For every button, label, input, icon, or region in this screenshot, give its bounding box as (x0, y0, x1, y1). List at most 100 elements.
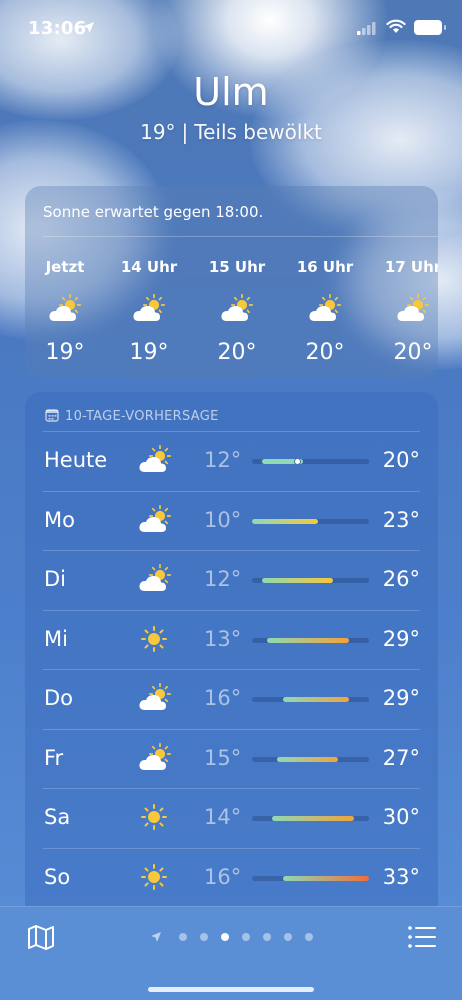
status-time: 13:06 (28, 18, 87, 39)
page-dot-active[interactable] (220, 933, 229, 941)
battery-icon (414, 20, 446, 35)
location-arrow-icon (83, 22, 94, 33)
status-bar: 13:06 (0, 0, 462, 58)
temp-range-fill (262, 578, 334, 583)
home-indicator (148, 987, 314, 992)
hour-item: 16 Uhr 20° (285, 258, 365, 365)
day-name: Mo (44, 507, 75, 532)
hour-temp: 20° (305, 340, 345, 365)
wifi-icon (386, 19, 406, 33)
day-name: Heute (44, 448, 108, 472)
temp-range-fill (272, 816, 354, 821)
day-high: 29° (382, 686, 420, 710)
day-low: 14° (204, 805, 242, 829)
hour-item: 14 Uhr 19° (109, 258, 189, 365)
day-name: Mi (44, 626, 68, 651)
calendar-icon (45, 409, 59, 422)
temp-range-bar (252, 578, 369, 583)
map-icon[interactable] (26, 922, 56, 952)
page-dot[interactable] (199, 933, 208, 941)
day-name: Sa (44, 805, 71, 829)
current-location-icon (151, 932, 161, 942)
temp-range-bar (252, 875, 369, 881)
day-low: 13° (204, 626, 242, 651)
hour-temp: 20° (217, 340, 257, 365)
partly-cloudy-sun-icon (137, 564, 173, 594)
current-summary: 19° | Teils bewölkt (0, 120, 462, 144)
partly-cloudy-sun-icon (137, 683, 173, 713)
hour-item: 17 Uhr 20° (373, 258, 438, 365)
temp-range-fill (277, 756, 339, 762)
ten-day-heading: 10-TAGE-VORHERSAGE (45, 408, 219, 424)
ten-day-forecast-card[interactable]: 10-TAGE-VORHERSAGE Heute 12° 20° Mo 10° … (25, 392, 438, 952)
day-low: 10° (204, 507, 242, 532)
day-row[interactable]: Mo 10° 23° (43, 490, 420, 551)
hour-temp: 19° (129, 340, 169, 365)
ten-day-heading-label: 10-TAGE-VORHERSAGE (65, 409, 219, 424)
day-name: Di (44, 567, 67, 591)
day-low: 15° (204, 745, 242, 770)
sun-icon (137, 624, 173, 654)
page-dot[interactable] (304, 933, 313, 941)
day-row[interactable]: So 16° 33° (43, 847, 420, 908)
hour-label: 14 Uhr (120, 258, 178, 276)
day-row[interactable]: Heute 12° 20° (43, 431, 420, 491)
day-low: 12° (204, 448, 242, 472)
temp-range-fill (252, 518, 319, 524)
day-high: 30° (382, 805, 420, 829)
hour-temp: 19° (45, 340, 85, 365)
temp-range-bar (252, 697, 369, 702)
location-header: Ulm 19° | Teils bewölkt (0, 70, 462, 144)
current-condition: Teils bewölkt (194, 120, 322, 144)
temp-range-bar (252, 637, 369, 643)
hour-item: 15 Uhr 20° (197, 258, 277, 365)
day-high: 23° (382, 507, 420, 532)
day-name: Do (44, 686, 74, 710)
hour-item: Jetzt 19° (25, 258, 105, 365)
day-row[interactable]: Sa 14° 30° (43, 788, 420, 848)
partly-cloudy-sun-icon (220, 294, 254, 324)
hour-label: 17 Uhr (384, 258, 438, 276)
partly-cloudy-sun-icon (396, 294, 430, 324)
day-high: 29° (382, 626, 420, 651)
bottom-toolbar (0, 906, 462, 1000)
day-low: 16° (204, 864, 242, 889)
day-low: 12° (204, 567, 242, 591)
current-temp: 19° (140, 120, 176, 144)
day-name: Fr (44, 745, 64, 770)
partly-cloudy-sun-icon (137, 445, 173, 475)
list-icon[interactable] (407, 923, 437, 951)
temp-range-bar (252, 816, 369, 821)
day-low: 16° (204, 686, 242, 710)
sun-icon (137, 802, 173, 832)
day-high: 27° (382, 745, 420, 770)
day-row[interactable]: Mi 13° 29° (43, 609, 420, 670)
day-high: 26° (382, 567, 420, 591)
page-dot[interactable] (262, 933, 271, 941)
page-indicator[interactable] (150, 929, 319, 945)
day-row[interactable]: Fr 15° 27° (43, 728, 420, 789)
page-dot[interactable] (241, 933, 250, 941)
partly-cloudy-sun-icon (308, 294, 342, 324)
page-dot[interactable] (283, 933, 292, 941)
partly-cloudy-sun-icon (48, 294, 82, 324)
hourly-forecast-card[interactable]: Sonne erwartet gegen 18:00. Jetzt 19° 14… (25, 186, 438, 378)
day-row[interactable]: Di 12° 26° (43, 550, 420, 610)
summary-separator: | (181, 120, 189, 144)
temp-range-bar (252, 518, 369, 524)
temp-range-fill (282, 875, 369, 881)
hour-label: 15 Uhr (208, 258, 266, 276)
temp-range-fill (282, 697, 349, 702)
sun-icon (137, 862, 173, 892)
partly-cloudy-sun-icon (137, 743, 173, 773)
page-dot[interactable] (178, 933, 187, 941)
city-name: Ulm (193, 70, 269, 114)
hour-label: 16 Uhr (296, 258, 354, 276)
divider (43, 236, 438, 237)
day-high: 20° (382, 448, 420, 472)
hour-label: Jetzt (45, 258, 85, 276)
day-row[interactable]: Do 16° 29° (43, 669, 420, 729)
day-high: 33° (382, 864, 420, 889)
partly-cloudy-sun-icon (132, 294, 166, 324)
hour-temp: 20° (393, 340, 433, 365)
